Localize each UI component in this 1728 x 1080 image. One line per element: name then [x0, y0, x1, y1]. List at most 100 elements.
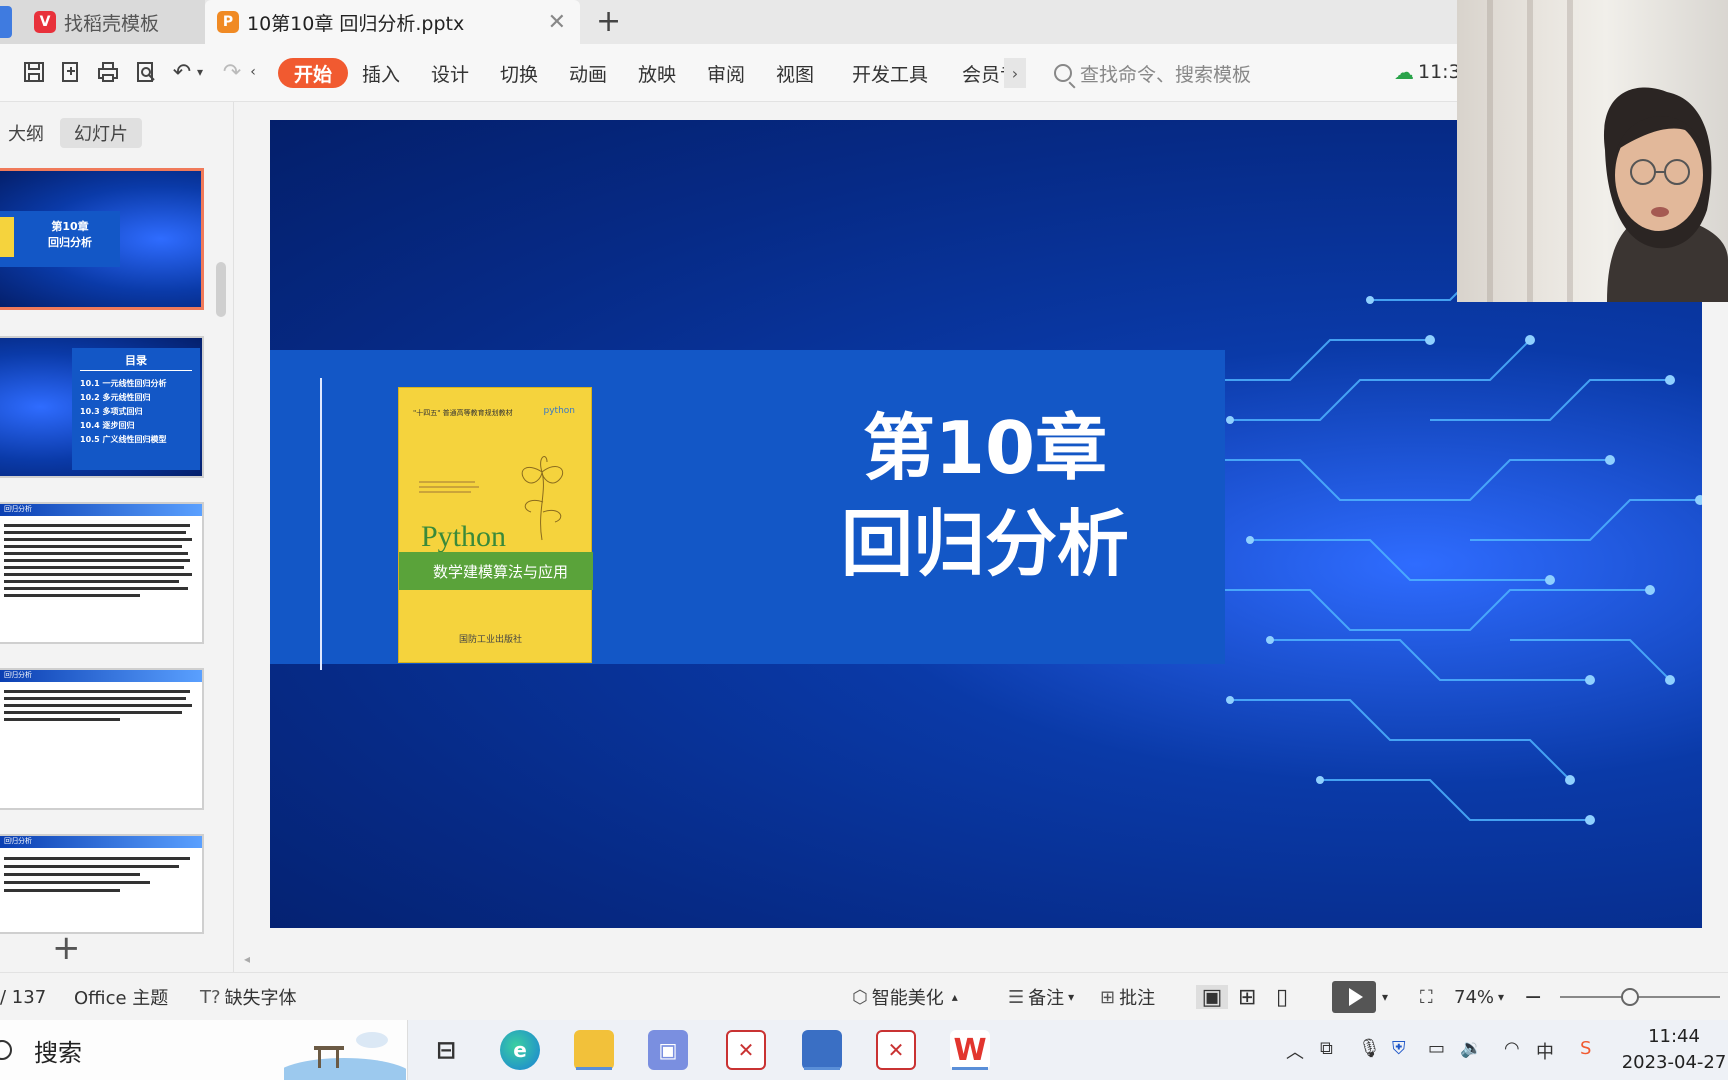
notes-icon: ☰: [1008, 986, 1025, 1008]
menu-insert[interactable]: 插入: [362, 58, 400, 88]
search-icon: [0, 1040, 12, 1060]
zoom-slider-knob[interactable]: [1621, 988, 1639, 1006]
book-subtitle: 数学建模算法与应用: [399, 552, 593, 590]
zoom-out-icon[interactable]: −: [1524, 985, 1542, 1010]
toc-title: 目录: [80, 352, 192, 371]
wps-pdf-icon-2[interactable]: ✕: [876, 1030, 916, 1070]
slide-thumbnail-4[interactable]: 回归分析: [0, 668, 204, 810]
edge-browser-icon[interactable]: e: [500, 1030, 540, 1070]
redo-icon[interactable]: ↷: [218, 58, 246, 86]
undo-dropdown-icon[interactable]: ▾: [186, 58, 214, 86]
wps-office-icon[interactable]: W: [950, 1030, 990, 1070]
comment-button[interactable]: ⊞ 批注: [1100, 985, 1156, 1010]
active-indicator: [952, 1067, 988, 1070]
input-method-icon[interactable]: 中: [1536, 1038, 1554, 1064]
photos-icon[interactable]: ▣: [648, 1030, 688, 1070]
menu-member[interactable]: 会员专: [962, 58, 1004, 88]
file-explorer-icon[interactable]: [574, 1030, 614, 1070]
book-publisher: 国防工业出版社: [459, 635, 523, 645]
thumb-title: 第10章: [51, 220, 89, 233]
play-options-icon[interactable]: ▾: [1382, 985, 1388, 1009]
menu-animation[interactable]: 动画: [569, 58, 607, 88]
slide-thumbnail-2[interactable]: 目录 10.1 一元线性回归分析 10.2 多元线性回归 10.3 多项式回归 …: [0, 336, 204, 478]
tab-docer[interactable]: V 找稻壳模板: [0, 0, 205, 44]
chevron-down-icon: ▾: [1498, 990, 1505, 1004]
new-tab-button[interactable]: +: [596, 4, 621, 39]
more-menus-icon[interactable]: ›: [1004, 58, 1026, 88]
reading-view-icon[interactable]: ▯: [1276, 985, 1288, 1010]
menu-design[interactable]: 设计: [431, 58, 469, 88]
normal-view-icon[interactable]: ▣: [1196, 985, 1228, 1010]
export-icon[interactable]: [56, 58, 84, 86]
panel-scrollbar[interactable]: [216, 262, 226, 317]
taskbar-search-label: 搜索: [34, 1038, 82, 1067]
microphone-icon[interactable]: 🎙: [1358, 1038, 1381, 1059]
active-indicator: [804, 1067, 840, 1070]
cloud-sync-status[interactable]: ☁ 11:3: [1394, 60, 1461, 84]
security-shield-icon[interactable]: ⛨: [1392, 1038, 1406, 1059]
menu-home[interactable]: 开始: [278, 58, 349, 88]
tray-s-icon[interactable]: S: [1580, 1038, 1591, 1059]
slide-panel: 大纲 幻灯片 第10章 回归分析 目录 10.1 一元线性回归分析 10.2 多…: [0, 102, 234, 972]
close-icon[interactable]: ✕: [548, 10, 566, 35]
menu-developer[interactable]: 开发工具: [852, 58, 928, 88]
taskbar-search[interactable]: 搜索: [0, 1020, 408, 1080]
tab-outline[interactable]: 大纲: [0, 118, 58, 148]
font-icon: T?: [200, 986, 221, 1008]
presenter-video: [1603, 87, 1728, 302]
slide-thumbnail-3[interactable]: 回归分析: [0, 502, 204, 644]
wps-pdf-icon[interactable]: ✕: [726, 1030, 766, 1070]
horizontal-scrollbar[interactable]: ◂: [240, 950, 1728, 970]
zoom-level[interactable]: 74% ▾: [1454, 985, 1504, 1009]
menu-review[interactable]: 审阅: [707, 58, 745, 88]
smart-beautify-button[interactable]: ⬡ 智能美化 ▴: [852, 985, 958, 1010]
print-icon[interactable]: [94, 58, 122, 86]
tray-app-icon[interactable]: ⧉: [1320, 1038, 1333, 1059]
battery-icon[interactable]: ▭: [1428, 1038, 1445, 1059]
thumb-text-lines: [0, 682, 202, 729]
book-cover-image[interactable]: "十四五" 普通高等教育规划教材 python Python 数学建模算法与应用…: [398, 387, 593, 663]
tab-label: 找稻壳模板: [64, 12, 160, 35]
play-slideshow-button[interactable]: [1332, 981, 1376, 1013]
chevron-down-icon: ▾: [1068, 990, 1075, 1004]
thumb-subtitle: 回归分析: [48, 236, 92, 249]
accent-line: [320, 378, 322, 670]
slide-thumbnail-1[interactable]: 第10章 回归分析: [0, 168, 204, 310]
grid-view-icon[interactable]: ⊞: [1238, 985, 1256, 1010]
menu-transition[interactable]: 切换: [500, 58, 538, 88]
wifi-icon[interactable]: ◠: [1504, 1038, 1520, 1059]
title-line-1: 第10章: [862, 406, 1108, 490]
search-placeholder: 查找命令、搜索模板: [1080, 63, 1252, 86]
slide-title[interactable]: 第10章 回归分析: [750, 400, 1220, 592]
cloud-time: 11:3: [1418, 61, 1461, 83]
command-search[interactable]: 查找命令、搜索模板: [1054, 58, 1251, 88]
python-idle-icon[interactable]: [802, 1030, 842, 1070]
thumb-header: 回归分析: [0, 504, 202, 516]
notes-button[interactable]: ☰ 备注 ▾: [1008, 985, 1075, 1010]
wps-presentation-icon: P: [217, 11, 239, 33]
volume-icon[interactable]: 🔉: [1460, 1038, 1482, 1059]
chevron-left-icon[interactable]: ‹: [246, 58, 260, 86]
show-hidden-icons[interactable]: ︿: [1286, 1038, 1304, 1064]
menu-slideshow[interactable]: 放映: [638, 58, 676, 88]
add-slide-button[interactable]: +: [52, 928, 81, 968]
comment-icon: ⊞: [1100, 986, 1116, 1008]
slide-thumbnail-5[interactable]: 回归分析: [0, 834, 204, 934]
save-icon[interactable]: [20, 58, 48, 86]
zoom-slider[interactable]: [1560, 996, 1720, 998]
comment-label: 批注: [1119, 988, 1156, 1009]
missing-font-button[interactable]: T? 缺失字体: [200, 985, 297, 1010]
tab-presentation[interactable]: P 10第10章 回归分析.pptx ✕: [205, 0, 580, 44]
thumb-text-lines: [0, 516, 202, 605]
clock[interactable]: 11:44 2023-04-27: [1620, 1024, 1728, 1076]
tab-slides[interactable]: 幻灯片: [60, 118, 142, 148]
title-line-2: 回归分析: [840, 502, 1129, 586]
scroll-left-icon[interactable]: ◂: [244, 952, 250, 966]
toc-item: 10.2 多元线性回归: [80, 393, 151, 402]
missing-font-label: 缺失字体: [224, 988, 297, 1009]
print-preview-icon[interactable]: [132, 58, 160, 86]
menu-view[interactable]: 视图: [776, 58, 814, 88]
theme-name[interactable]: Office 主题: [74, 985, 168, 1009]
fit-window-icon[interactable]: ⛶: [1420, 985, 1433, 1009]
task-view-icon[interactable]: ⊟: [426, 1030, 466, 1070]
